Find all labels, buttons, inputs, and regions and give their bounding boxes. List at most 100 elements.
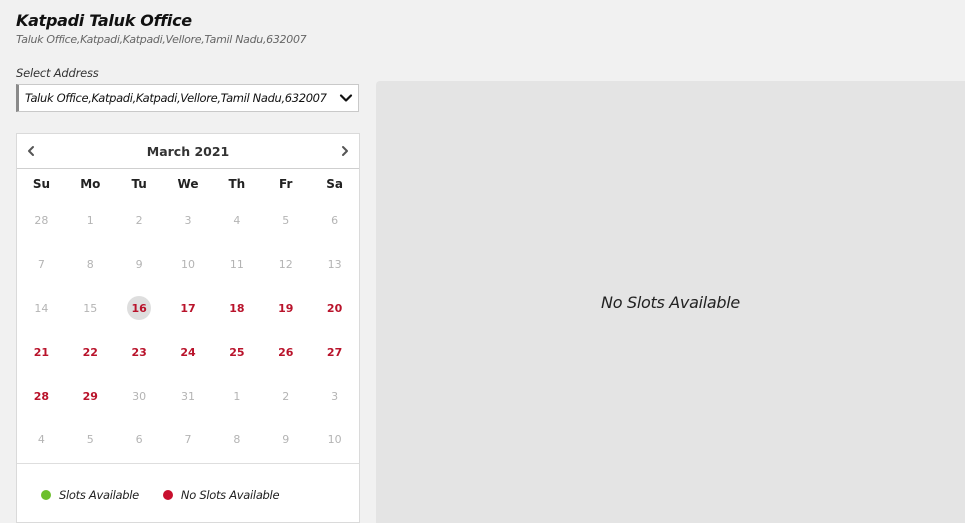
day-number: 1 [233, 389, 241, 403]
day-cell[interactable]: 24 [164, 340, 213, 364]
day-number: 28 [33, 389, 50, 403]
chevron-left-icon [28, 146, 34, 156]
day-cell[interactable]: 26 [261, 340, 310, 364]
day-number: 13 [327, 258, 342, 272]
day-cell[interactable]: 29 [66, 384, 115, 408]
office-address: Taluk Office,Katpadi,Katpadi,Vellore,Tam… [16, 33, 307, 46]
day-number: 17 [180, 301, 196, 315]
day-cell[interactable]: 20 [310, 296, 359, 320]
legend-available-label: Slots Available [59, 488, 139, 502]
day-cell: 3 [310, 384, 359, 408]
day-cell: 9 [261, 428, 310, 452]
day-number: 6 [135, 433, 143, 447]
weekday-label: Th [228, 177, 246, 191]
day-cell: 4 [17, 428, 66, 452]
day-cell[interactable]: 28 [17, 384, 66, 408]
day-number: 31 [181, 389, 195, 403]
day-cell: 30 [115, 384, 164, 408]
day-cell: 28 [17, 209, 66, 233]
day-number: 25 [229, 345, 245, 359]
day-cell: 9 [115, 253, 164, 277]
day-cell[interactable]: 22 [66, 340, 115, 364]
weekday-label: Fr [279, 177, 293, 191]
day-number: 23 [131, 345, 147, 359]
day-cell: 2 [115, 209, 164, 233]
legend-unavailable-label: No Slots Available [180, 488, 280, 502]
day-cell[interactable]: 23 [115, 340, 164, 364]
day-cell[interactable]: 18 [212, 296, 261, 320]
day-cell[interactable]: 27 [310, 340, 359, 364]
chevron-right-icon [342, 146, 348, 156]
day-cell: 1 [66, 209, 115, 233]
week-row: 21 22 23 24 25 26 27 [17, 330, 359, 374]
day-cell: 6 [310, 209, 359, 233]
day-cell: 6 [115, 428, 164, 452]
day-number: 3 [331, 389, 339, 403]
day-cell[interactable]: 21 [17, 340, 66, 364]
day-cell[interactable]: 19 [261, 296, 310, 320]
day-cell: 5 [261, 209, 310, 233]
day-number: 9 [282, 433, 290, 447]
green-dot-icon [41, 490, 51, 500]
day-cell: 2 [261, 384, 310, 408]
day-cell-today[interactable]: 16 [115, 296, 164, 321]
day-number: 6 [331, 214, 339, 228]
select-address-label: Select Address [16, 66, 99, 80]
week-row: 28 1 2 3 4 5 6 [17, 199, 359, 243]
weekday-label: Su [32, 177, 51, 191]
legend: Slots Available No Slots Available [17, 463, 359, 522]
office-title: Katpadi Taluk Office [16, 11, 192, 30]
month-label: March 2021 [146, 143, 230, 159]
weekday-label: Tu [131, 177, 147, 191]
day-number: 5 [86, 433, 94, 447]
legend-unavailable: No Slots Available [162, 488, 280, 502]
weekday-label: We [177, 177, 199, 191]
day-number: 11 [229, 258, 244, 272]
calendar-grid: 28 1 2 3 4 5 6 7 8 9 10 11 12 13 14 15 16 17 18 19 20 21 22 23 2… [17, 199, 359, 462]
day-number: 3 [184, 214, 192, 228]
calendar: March 2021 Su Mo Tu We Th Fr Sa 28 1 2 3 4 5 6 7 8 9 10 1… [16, 133, 360, 523]
day-number: 26 [278, 345, 294, 359]
day-cell: 14 [17, 296, 66, 320]
calendar-header: March 2021 [17, 134, 359, 169]
day-number: 16 [127, 296, 152, 321]
slots-panel: No Slots Available [376, 81, 965, 523]
day-cell: 8 [66, 253, 115, 277]
day-number: 30 [132, 389, 147, 403]
day-number: 29 [82, 389, 98, 403]
day-number: 4 [233, 214, 241, 228]
day-cell[interactable]: 25 [212, 340, 261, 364]
legend-available: Slots Available [41, 488, 139, 502]
day-cell: 5 [66, 428, 115, 452]
day-number: 15 [83, 301, 98, 315]
day-cell: 1 [212, 384, 261, 408]
day-number: 28 [34, 214, 49, 228]
day-cell: 15 [66, 296, 115, 320]
chevron-down-icon [339, 94, 353, 102]
next-month-button[interactable] [337, 143, 353, 159]
week-row: 14 15 16 17 18 19 20 [17, 287, 359, 331]
weekday-label: Sa [326, 177, 343, 191]
week-row: 7 8 9 10 11 12 13 [17, 243, 359, 287]
prev-month-button[interactable] [23, 143, 39, 159]
day-cell: 7 [17, 253, 66, 277]
weekday-label: Mo [80, 177, 101, 191]
day-number: 7 [37, 258, 45, 272]
week-row: 4 5 6 7 8 9 10 [17, 418, 359, 462]
address-select[interactable]: Taluk Office,Katpadi,Katpadi,Vellore,Tam… [16, 84, 359, 112]
day-number: 2 [282, 389, 290, 403]
red-dot-icon [162, 490, 173, 500]
day-cell[interactable]: 17 [164, 296, 213, 320]
day-cell: 3 [164, 209, 213, 233]
day-cell: 11 [212, 253, 261, 277]
day-number: 10 [327, 433, 342, 447]
no-slots-message: No Slots Available [601, 292, 740, 312]
day-number: 7 [184, 433, 192, 447]
day-cell: 4 [212, 209, 261, 233]
day-number: 1 [86, 214, 94, 228]
day-number: 2 [135, 214, 143, 228]
address-select-value: Taluk Office,Katpadi,Katpadi,Vellore,Tam… [25, 91, 327, 105]
day-number: 21 [33, 345, 50, 359]
day-number: 9 [135, 258, 143, 272]
day-number: 20 [326, 301, 343, 315]
